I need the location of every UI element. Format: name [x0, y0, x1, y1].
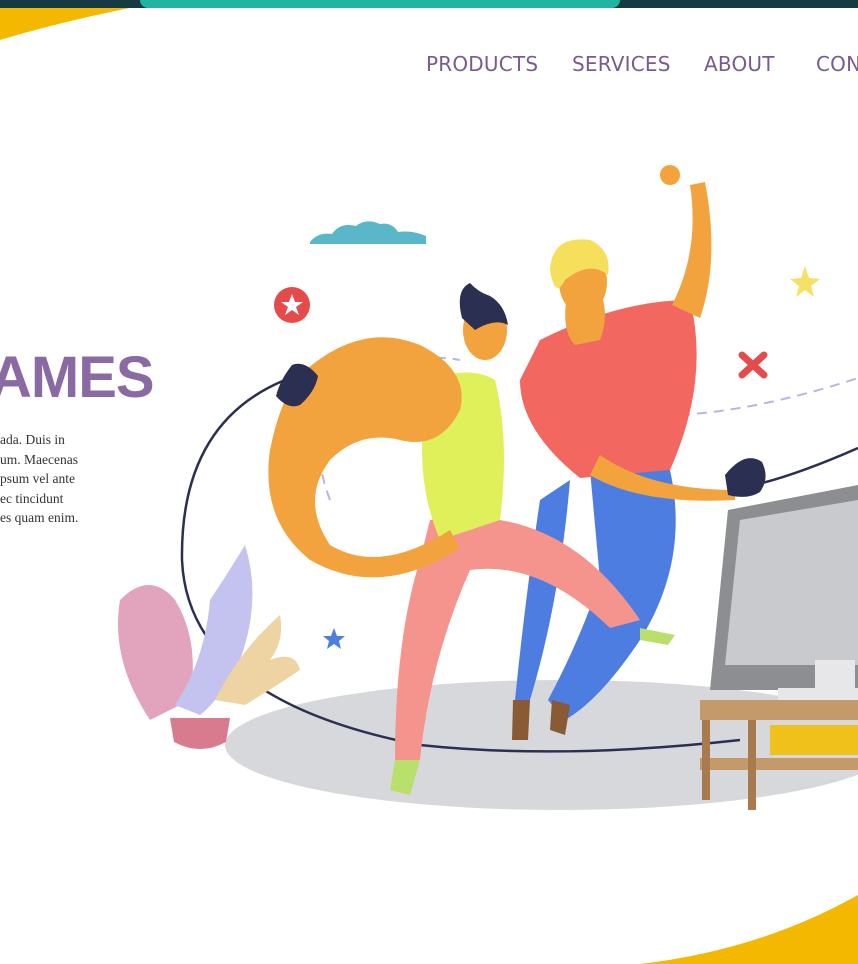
hero-description: ada. Duis in um. Maecenas psum vel ante … [0, 430, 120, 528]
x-mark-icon [738, 351, 768, 379]
plant-pot [170, 718, 230, 749]
tv-stand-top [700, 700, 858, 720]
bottom-right-yellow-swoosh [640, 895, 858, 964]
cloud-icon [310, 221, 426, 244]
yellow-star-icon [790, 266, 820, 297]
console-box [770, 725, 858, 755]
person-right-raised-arm [672, 182, 712, 318]
blue-star-icon [323, 628, 345, 649]
landing-page: PRODUCTS SERVICES ABOUT CON AMES ada. Du… [0, 0, 858, 964]
hero-illustration [0, 8, 858, 964]
controller-right-icon [725, 458, 766, 497]
hero-text-line: um. Maecenas [0, 451, 78, 467]
top-bar-accent [140, 0, 620, 8]
person-right-shirt [520, 300, 697, 478]
floor-shadow [225, 680, 858, 810]
top-left-yellow-swoosh [0, 8, 130, 40]
nav-contacts-link[interactable]: CON [816, 52, 858, 76]
hero-text-line: psum vel ante [0, 471, 75, 486]
hero-text-line: es quam enim. [0, 510, 79, 525]
hero-text-line: ec tincidunt [0, 490, 64, 506]
nav-products-link[interactable]: PRODUCTS [426, 52, 538, 76]
hero-title: AMES [0, 345, 155, 410]
nav-about-link[interactable]: ABOUT [704, 52, 775, 76]
hero-text-line: ada. Duis in [0, 432, 65, 447]
nav-services-link[interactable]: SERVICES [572, 52, 671, 76]
